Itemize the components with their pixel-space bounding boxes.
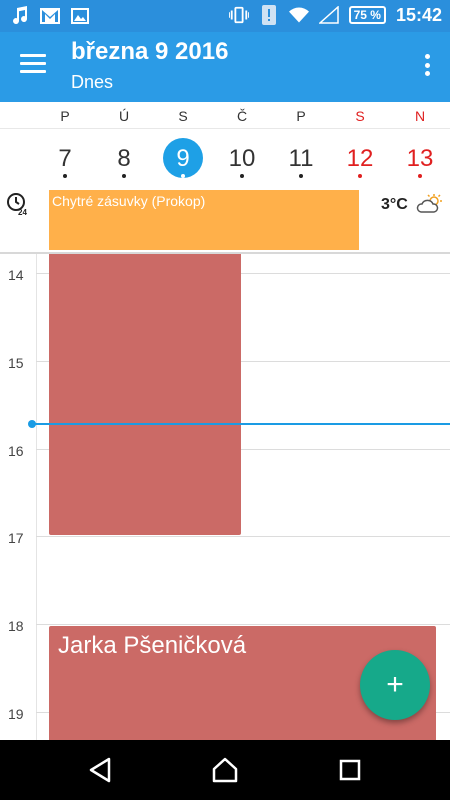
wifi-icon — [288, 4, 309, 26]
day-number: 11 — [288, 145, 314, 172]
hour-gridline — [36, 624, 450, 625]
day-cell[interactable]: 13 — [400, 140, 440, 180]
hour-label: 16 — [8, 443, 24, 459]
weekday-label: S — [178, 108, 188, 124]
hour-label: 19 — [8, 706, 24, 722]
current-time-line — [32, 423, 450, 425]
day-number: 12 — [346, 145, 374, 172]
event-dot — [299, 174, 303, 178]
day-number: 9 — [176, 145, 190, 172]
hour-label: 17 — [8, 530, 24, 546]
hour-label: 15 — [8, 355, 24, 371]
page-title[interactable]: března 9 2016 — [71, 38, 228, 66]
svg-text:24: 24 — [18, 208, 27, 216]
all-day-row: 24 Chytré zásuvky (Prokop) 3°C — [0, 188, 450, 254]
all-day-event[interactable]: Chytré zásuvky (Prokop) — [49, 190, 359, 250]
clock-24h-icon[interactable]: 24 — [6, 192, 30, 217]
music-note-icon — [10, 5, 30, 27]
weekday-label: Ú — [118, 108, 130, 124]
weekday-label: P — [296, 108, 306, 124]
signal-icon — [318, 4, 339, 26]
page-subtitle[interactable]: Dnes — [71, 72, 113, 93]
event-dot — [181, 174, 185, 178]
day-cell[interactable]: 8 — [104, 140, 144, 180]
weekday-label: Č — [236, 108, 248, 124]
weekday-label: S — [355, 108, 365, 124]
battery-indicator: 75 % — [348, 6, 386, 24]
calendar-event[interactable] — [49, 254, 241, 535]
partly-cloudy-icon — [416, 194, 444, 214]
menu-icon[interactable] — [20, 54, 46, 74]
event-dot — [358, 174, 362, 178]
weekday-label: P — [60, 108, 70, 124]
day-number: 8 — [117, 145, 131, 172]
day-number: 13 — [406, 145, 434, 172]
recents-icon[interactable] — [335, 755, 365, 785]
day-cell[interactable]: 10 — [222, 140, 262, 180]
alert-icon — [259, 4, 279, 26]
back-icon[interactable] — [85, 755, 115, 785]
status-bar: 75 % 15:42 — [0, 0, 450, 32]
image-icon — [70, 5, 90, 27]
event-dot — [418, 174, 422, 178]
event-dot — [240, 174, 244, 178]
gmail-icon — [40, 5, 60, 27]
navigation-bar — [0, 740, 450, 800]
day-cell[interactable]: 11 — [281, 140, 321, 180]
day-number: 7 — [58, 145, 72, 172]
weekday-header: P Ú S Č P S N — [0, 102, 450, 129]
day-cell-today[interactable]: 9 — [163, 138, 203, 180]
app-bar: března 9 2016 Dnes — [0, 32, 450, 102]
hour-label: 18 — [8, 618, 24, 634]
time-gutter-divider — [36, 254, 37, 740]
hour-gridline — [36, 536, 450, 537]
weather-temperature: 3°C — [381, 196, 408, 213]
add-event-button[interactable]: + — [360, 650, 430, 720]
current-time-dot — [28, 420, 36, 428]
status-time: 15:42 — [395, 4, 442, 25]
event-dot — [63, 174, 67, 178]
week-strip: P Ú S Č P S N 7 8 9 10 11 12 13 — [0, 102, 450, 189]
day-cell[interactable]: 7 — [45, 140, 85, 180]
home-icon[interactable] — [210, 755, 240, 785]
day-number: 10 — [228, 145, 256, 172]
event-dot — [122, 174, 126, 178]
overflow-menu-icon[interactable] — [424, 54, 430, 76]
vibrate-icon — [228, 4, 249, 26]
day-cell[interactable]: 12 — [340, 140, 380, 180]
hour-label: 14 — [8, 267, 24, 283]
weekday-label: N — [414, 108, 426, 124]
event-title — [49, 254, 241, 258]
